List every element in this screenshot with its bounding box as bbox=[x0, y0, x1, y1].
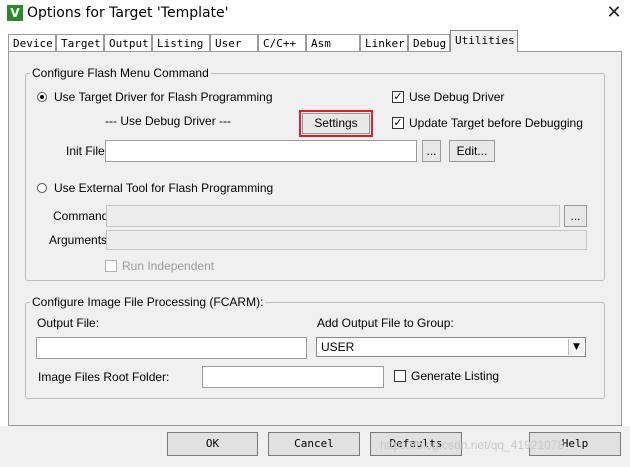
init-file-browse-button[interactable]: ... bbox=[422, 140, 441, 162]
tab-listing[interactable]: Listing bbox=[152, 34, 210, 51]
settings-button[interactable]: Settings bbox=[299, 110, 373, 137]
root-folder-input[interactable] bbox=[202, 366, 384, 388]
edit-button[interactable]: Edit... bbox=[449, 140, 495, 162]
watermark: https://blog.csdn.net/qq_41921078 bbox=[380, 438, 565, 452]
run-independent-label: Run Independent bbox=[122, 259, 215, 273]
generate-listing-checkbox[interactable] bbox=[394, 370, 406, 382]
tab-debug[interactable]: Debug bbox=[408, 34, 450, 51]
image-processing-legend: Configure Image File Processing (FCARM): bbox=[32, 295, 264, 309]
tab-target[interactable]: Target bbox=[56, 34, 104, 51]
tab-device[interactable]: Device bbox=[8, 34, 56, 51]
use-debug-driver-label: Use Debug Driver bbox=[409, 90, 505, 104]
tab-output[interactable]: Output bbox=[104, 34, 152, 51]
tab-asm[interactable]: Asm bbox=[306, 34, 360, 51]
driver-text: --- Use Debug Driver --- bbox=[105, 114, 232, 128]
generate-listing-label: Generate Listing bbox=[411, 369, 500, 383]
keil-uvision-icon: V bbox=[7, 5, 23, 21]
utilities-panel: Configure Flash Menu Command Use Target … bbox=[8, 51, 622, 426]
tab-user[interactable]: User bbox=[210, 34, 258, 51]
cancel-button[interactable]: Cancel bbox=[268, 432, 360, 456]
chevron-down-icon[interactable]: ▼ bbox=[568, 339, 584, 355]
use-external-tool-label: Use External Tool for Flash Programming bbox=[54, 181, 274, 195]
ok-button[interactable]: OK bbox=[167, 432, 258, 456]
output-file-input[interactable] bbox=[36, 337, 307, 359]
title-bar: V Options for Target 'Template' ✕ bbox=[0, 0, 630, 27]
close-icon[interactable]: ✕ bbox=[600, 1, 628, 25]
window-title: Options for Target 'Template' bbox=[27, 5, 229, 21]
command-browse-button[interactable]: ... bbox=[564, 205, 587, 227]
update-target-checkbox[interactable]: ✓ bbox=[392, 117, 404, 129]
use-target-driver-label: Use Target Driver for Flash Programming bbox=[54, 90, 273, 104]
add-output-group-label: Add Output File to Group: bbox=[317, 316, 454, 330]
init-file-label: Init File: bbox=[66, 144, 109, 158]
init-file-input[interactable] bbox=[105, 140, 417, 162]
update-target-label: Update Target before Debugging bbox=[409, 116, 583, 130]
tab-bar: Device Target Output Listing User C/C++ … bbox=[8, 30, 622, 52]
command-input[interactable] bbox=[106, 205, 560, 227]
command-label: Command: bbox=[53, 209, 112, 223]
output-file-label: Output File: bbox=[37, 316, 100, 330]
use-external-tool-radio[interactable] bbox=[37, 183, 47, 193]
arguments-label: Arguments: bbox=[49, 233, 111, 247]
tab-utilities[interactable]: Utilities bbox=[450, 30, 518, 52]
group-select-value: USER bbox=[321, 340, 355, 354]
group-select[interactable]: USER ▼ bbox=[316, 337, 586, 357]
flash-menu-legend: Configure Flash Menu Command bbox=[32, 66, 209, 80]
use-target-driver-radio[interactable] bbox=[37, 92, 47, 102]
arguments-input[interactable] bbox=[106, 230, 587, 250]
tab-c-cpp[interactable]: C/C++ bbox=[258, 34, 306, 51]
run-independent-checkbox[interactable] bbox=[105, 260, 117, 272]
use-debug-driver-checkbox[interactable]: ✓ bbox=[392, 91, 404, 103]
tab-linker[interactable]: Linker bbox=[360, 34, 408, 51]
root-folder-label: Image Files Root Folder: bbox=[38, 370, 170, 384]
